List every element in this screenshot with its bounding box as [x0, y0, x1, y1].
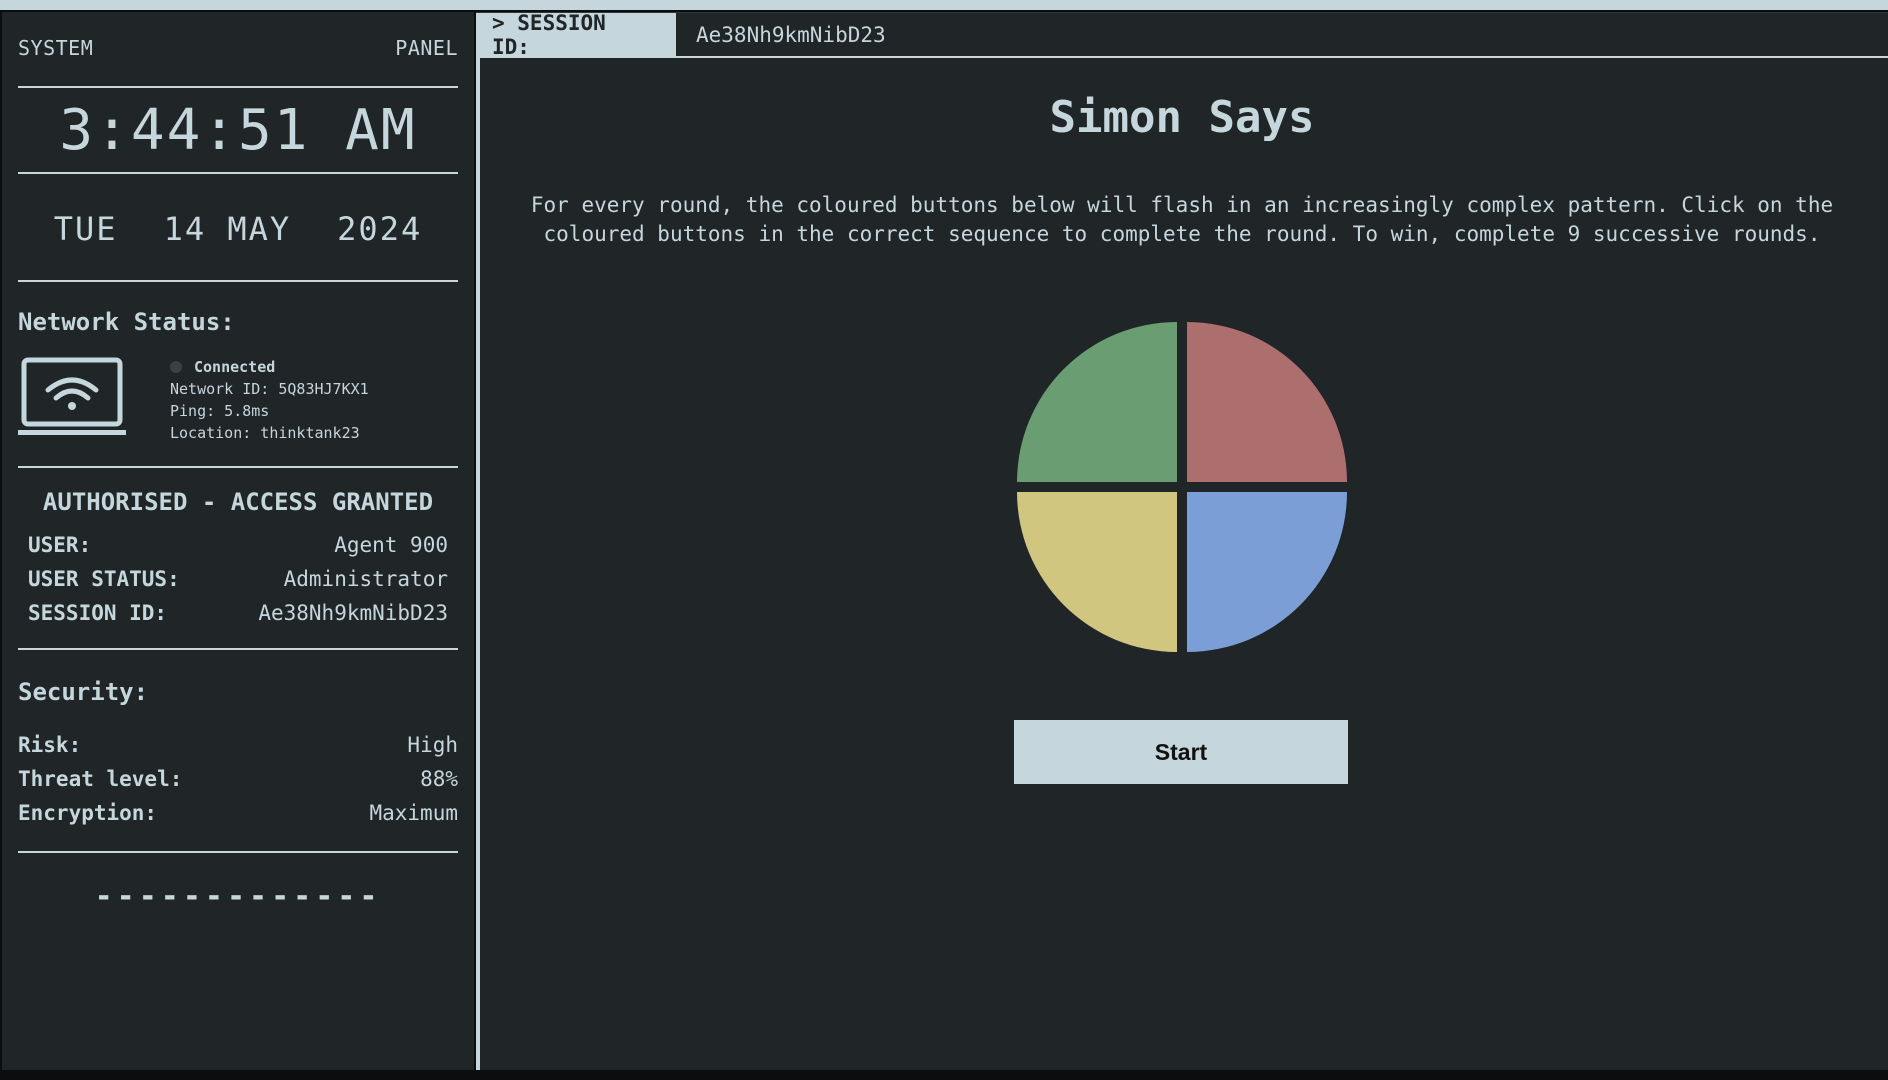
network-status-title: Network Status: [18, 308, 235, 336]
date-day: TUE [53, 210, 118, 248]
auth-value: Agent 900 [334, 533, 448, 557]
network-info: Connected Network ID: 5Q83HJ7KX1 Ping: 5… [170, 356, 369, 444]
date-year: 2024 [337, 210, 423, 248]
network-status-label: Connected [194, 358, 276, 376]
simon-green-button[interactable] [1017, 322, 1177, 482]
simon-blue-button[interactable] [1187, 492, 1347, 652]
network-status: Connected [170, 356, 369, 378]
security-value: High [407, 733, 458, 757]
network-id: Network ID: 5Q83HJ7KX1 [170, 380, 369, 398]
system-panel-header: SYSTEM PANEL [18, 12, 458, 88]
session-value: Ae38Nh9kmNibD23 [696, 22, 886, 47]
instructions-line-2: coloured buttons in the correct sequence… [543, 222, 1821, 246]
auth-value: Ae38Nh9kmNibD23 [258, 601, 448, 625]
simon-red-button[interactable] [1187, 322, 1347, 482]
network-ping: Ping: 5.8ms [170, 402, 270, 420]
date-daymonth: 14 MAY [163, 210, 292, 248]
auth-title: AUTHORISED - ACCESS GRANTED [42, 488, 434, 516]
security-section: Security: Risk: High Threat level: 88% E… [18, 650, 458, 853]
system-label: SYSTEM [18, 36, 94, 60]
system-panel: SYSTEM PANEL 3:44:51 AM TUE 14 MAY 2024 … [2, 12, 474, 1070]
date-display: TUE 14 MAY 2024 [18, 174, 458, 282]
auth-key: SESSION ID: [28, 601, 168, 625]
window-bottom-edge [0, 1070, 1888, 1080]
security-title: Security: [18, 678, 149, 706]
network-status-section: Network Status: Connected Network ID: 5Q… [18, 282, 458, 468]
game-instructions: For every round, the coloured buttons be… [476, 191, 1888, 249]
start-button[interactable]: Start [1014, 720, 1348, 784]
auth-row-user: USER: Agent 900 [28, 528, 448, 562]
session-label: > SESSION ID: [476, 11, 676, 59]
auth-value: Administrator [283, 567, 448, 591]
security-row-risk: Risk: High [18, 728, 458, 762]
security-key: Risk: [18, 733, 82, 757]
auth-key: USER: [28, 533, 92, 557]
game-title: Simon Says [1049, 92, 1315, 143]
network-location: Location: thinktank23 [170, 424, 360, 442]
window-top-edge [0, 0, 1888, 10]
panel-label: PANEL [395, 36, 458, 60]
security-value: 88% [420, 767, 458, 791]
instructions-line-1: For every round, the coloured buttons be… [530, 193, 1834, 217]
status-dot-icon [170, 361, 182, 373]
security-row-threat-level: Threat level: 88% [18, 762, 458, 796]
simon-yellow-button[interactable] [1017, 492, 1177, 652]
security-key: Threat level: [18, 767, 183, 791]
security-row-encryption: Encryption: Maximum [18, 796, 458, 830]
simon-board [1017, 322, 1347, 652]
game-panel: > SESSION ID: Ae38Nh9kmNibD23 Simon Says… [476, 11, 1888, 1070]
session-bar: > SESSION ID: Ae38Nh9kmNibD23 [476, 11, 1888, 59]
auth-row-session-id: SESSION ID: Ae38Nh9kmNibD23 [28, 596, 448, 630]
auth-row-user-status: USER STATUS: Administrator [28, 562, 448, 596]
auth-section: AUTHORISED - ACCESS GRANTED USER: Agent … [18, 468, 458, 650]
clock: 3:44:51 AM [18, 88, 458, 174]
security-key: Encryption: [18, 801, 158, 825]
dashes-divider: ------------- [94, 879, 382, 914]
laptop-wifi-icon [18, 357, 126, 435]
panel-divider [476, 58, 480, 1070]
auth-key: USER STATUS: [28, 567, 180, 591]
security-value: Maximum [369, 801, 458, 825]
